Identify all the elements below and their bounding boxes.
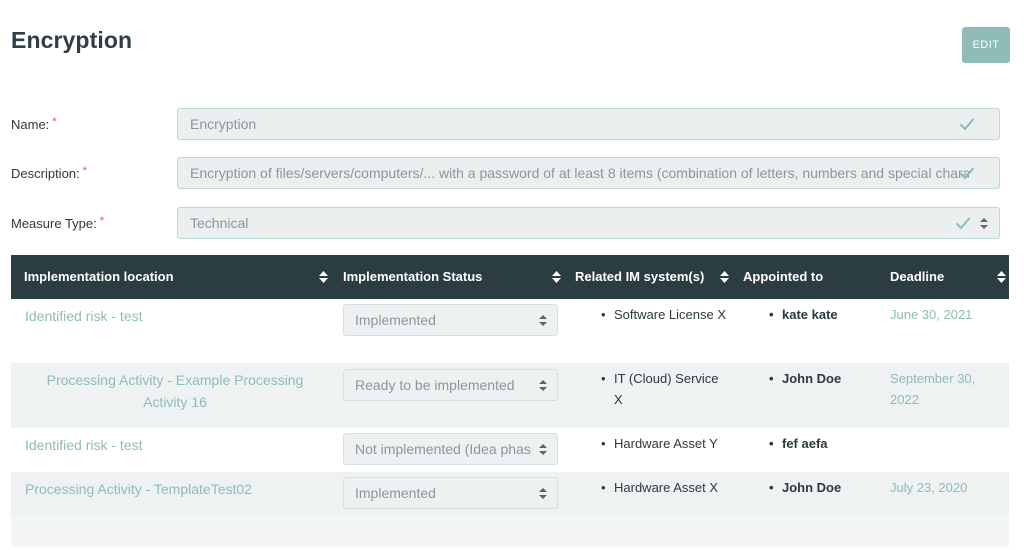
implementation-status-select[interactable]: Implemented: [343, 477, 558, 509]
measure-type-select[interactable]: Technical: [177, 207, 1000, 239]
table-row: Identified risk - test Not implemented (…: [11, 428, 1009, 472]
related-system-item: Hardware Asset X: [601, 477, 739, 498]
required-marker: *: [52, 116, 57, 128]
implementation-location-link[interactable]: Processing Activity - TemplateTest02: [25, 478, 252, 500]
appointed-user: kate kate: [769, 304, 838, 325]
table-header: Implementation location Implementation S…: [11, 255, 1009, 299]
implementation-location-link[interactable]: Identified risk - test: [25, 434, 143, 456]
name-label: Name: *: [11, 116, 57, 132]
column-header-deadline[interactable]: Deadline: [890, 255, 944, 299]
sort-arrows-icon: [539, 380, 547, 391]
implementation-location-link[interactable]: Processing Activity - Example Processing…: [25, 369, 325, 413]
related-system-item: IT (Cloud) Service X: [601, 368, 729, 410]
deadline-date: June 30, 2021: [890, 307, 973, 322]
name-value: Encryption: [190, 116, 257, 132]
implementation-table: Implementation location Implementation S…: [11, 255, 1009, 547]
appointed-user: John Doe: [769, 477, 841, 498]
sort-arrows-icon: [980, 218, 988, 229]
sort-arrows-icon: [539, 315, 547, 326]
required-marker: *: [99, 215, 105, 227]
measure-type-label: Measure Type: *: [11, 215, 105, 231]
description-field[interactable]: Encryption of files/servers/computers/..…: [177, 157, 1000, 189]
sort-icon[interactable]: [552, 271, 561, 283]
related-system-item: Hardware Asset Y: [601, 433, 739, 454]
measure-type-row: Measure Type: * Technical: [0, 207, 1024, 241]
sort-icon[interactable]: [319, 271, 328, 283]
table-row: Processing Activity - TemplateTest02 Imp…: [11, 472, 1009, 516]
column-header-related-im-systems[interactable]: Related IM system(s): [575, 255, 704, 299]
check-icon: [959, 118, 975, 131]
column-header-implementation-status[interactable]: Implementation Status: [343, 255, 482, 299]
appointed-user: fef aefa: [769, 433, 827, 454]
deadline-date: September 30, 2022: [890, 371, 976, 407]
implementation-status-select[interactable]: Not implemented (Idea phase): [343, 433, 558, 465]
measure-type-value: Technical: [190, 215, 249, 231]
implementation-location-link[interactable]: Identified risk - test: [25, 305, 143, 327]
required-marker: *: [82, 165, 87, 177]
deadline-date: July 23, 2020: [890, 480, 968, 495]
sort-icon[interactable]: [720, 271, 729, 283]
page-title: Encryption: [11, 27, 133, 53]
column-header-implementation-location[interactable]: Implementation location: [24, 255, 174, 299]
table-row: Identified risk - test Implemented Softw…: [11, 299, 1009, 363]
description-row: Description: * Encryption of files/server…: [0, 157, 1024, 191]
edit-button[interactable]: EDIT: [962, 27, 1010, 63]
implementation-status-select[interactable]: Implemented: [343, 304, 558, 336]
sort-arrows-icon: [539, 488, 547, 499]
sort-arrows-icon: [539, 444, 547, 455]
implementation-status-select[interactable]: Ready to be implemented: [343, 369, 558, 401]
table-row: Processing Activity - Example Processing…: [11, 363, 1009, 428]
name-field[interactable]: Encryption: [177, 108, 1000, 140]
description-label: Description: *: [11, 165, 87, 181]
check-icon: [955, 217, 971, 230]
sort-icon[interactable]: [997, 271, 1006, 283]
description-value: Encryption of files/servers/computers/..…: [190, 165, 969, 181]
related-system-item: Software License X: [601, 304, 729, 325]
column-header-appointed-to[interactable]: Appointed to: [743, 255, 823, 299]
name-row: Name: * Encryption: [0, 108, 1024, 142]
appointed-user: John Doe: [769, 368, 841, 389]
check-icon: [959, 167, 975, 180]
